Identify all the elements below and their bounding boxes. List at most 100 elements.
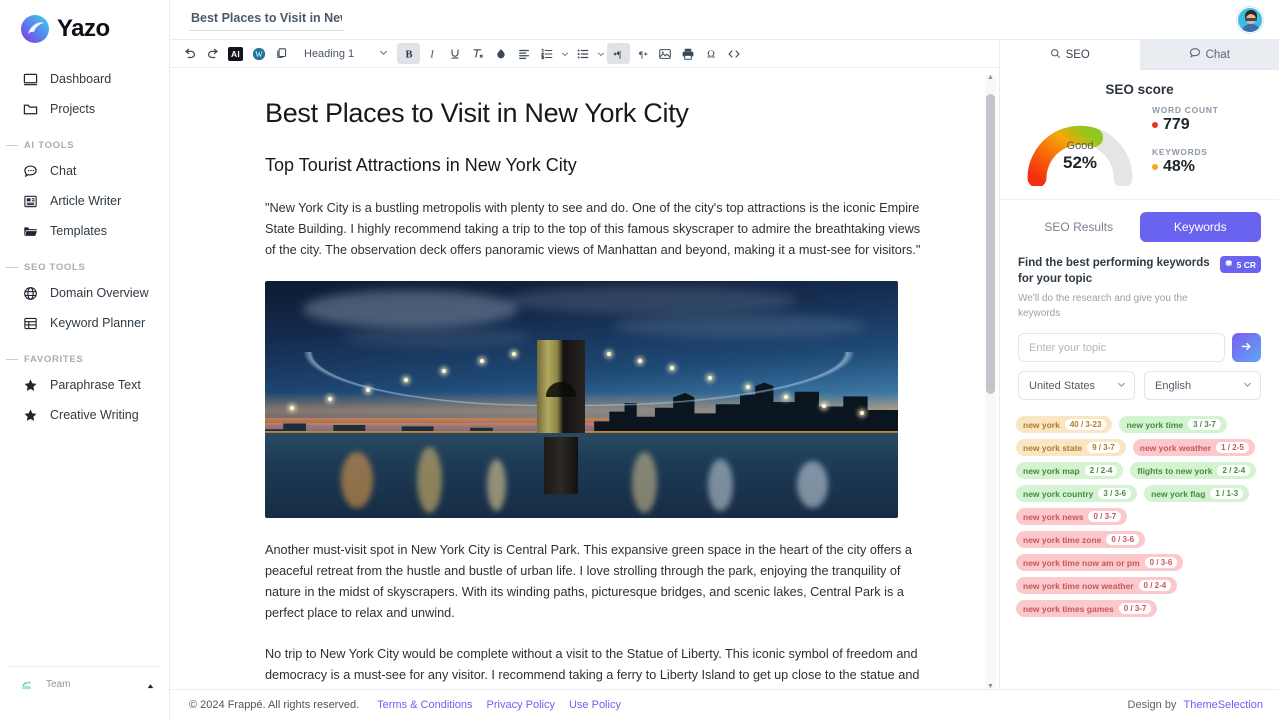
sidebar-item-creative-writing[interactable]: Creative Writing bbox=[0, 400, 169, 430]
footer-link-use-policy[interactable]: Use Policy bbox=[569, 699, 621, 711]
keyword-term: new york map bbox=[1023, 465, 1080, 476]
keyword-tag[interactable]: flights to new york 2 / 2-4 bbox=[1130, 462, 1257, 480]
source-code-button[interactable] bbox=[722, 43, 745, 64]
brooklyn-bridge-image[interactable] bbox=[265, 280, 898, 518]
sidebar-section-favorites: FAVORITES bbox=[0, 338, 169, 370]
avatar[interactable] bbox=[1237, 6, 1263, 33]
themeselection-link[interactable]: ThemeSelection bbox=[1184, 699, 1264, 711]
arrow-right-icon bbox=[1240, 340, 1253, 356]
bullet-list-button[interactable] bbox=[571, 43, 594, 64]
chat-bubble-icon bbox=[22, 163, 38, 179]
ltr-direction-button[interactable]: ¶ bbox=[607, 43, 630, 64]
ordered-list-button[interactable] bbox=[535, 43, 558, 64]
svg-text:I: I bbox=[429, 49, 434, 60]
chevron-down-icon bbox=[379, 48, 388, 60]
keyword-score: 0 / 2-4 bbox=[1138, 580, 1172, 592]
keyword-tag[interactable]: new york time now am or pm 0 / 3-6 bbox=[1016, 554, 1184, 572]
sidebar-item-article-writer[interactable]: Article Writer bbox=[0, 186, 169, 216]
italic-button[interactable]: I bbox=[420, 43, 443, 64]
footer-link-terms[interactable]: Terms & Conditions bbox=[377, 699, 472, 711]
sidebar-item-label: Article Writer bbox=[50, 194, 122, 208]
document-title-input[interactable] bbox=[189, 8, 344, 31]
design-credit: Design by ThemeSelection bbox=[1128, 699, 1263, 711]
keyword-term: new york time bbox=[1126, 419, 1184, 430]
seo-panel: SEO Chat SEO score Good 52% WORD COUNT 7… bbox=[1000, 40, 1279, 720]
tab-chat[interactable]: Chat bbox=[1139, 40, 1279, 70]
keyword-tag[interactable]: new york time now weather 0 / 2-4 bbox=[1016, 577, 1178, 595]
seo-metrics: WORD COUNT 779 KEYWORDS 48% bbox=[1140, 105, 1265, 189]
copy-button[interactable] bbox=[270, 43, 293, 64]
keyword-tag[interactable]: new york country 3 / 3-6 bbox=[1016, 485, 1138, 503]
open-folder-icon bbox=[22, 223, 38, 239]
highlight-button[interactable] bbox=[489, 43, 512, 64]
photo-cloud bbox=[302, 290, 519, 329]
redo-button[interactable] bbox=[201, 43, 224, 64]
avatar-body bbox=[1242, 23, 1260, 32]
table-icon bbox=[22, 315, 38, 331]
segment-seo-results[interactable]: SEO Results bbox=[1018, 212, 1140, 242]
submit-topic-button[interactable] bbox=[1232, 333, 1261, 363]
main-area: AI W Heading 1 B bbox=[170, 0, 1279, 720]
metric-value: 779 bbox=[1163, 116, 1190, 133]
sidebar-item-dashboard[interactable]: Dashboard bbox=[0, 64, 169, 94]
sidebar-item-label: Templates bbox=[50, 224, 107, 238]
sidebar-item-label: Chat bbox=[50, 164, 77, 178]
keyword-tag[interactable]: new york flag 1 / 1-3 bbox=[1144, 485, 1250, 503]
panel-tabs: SEO Chat bbox=[1000, 40, 1279, 70]
tab-seo[interactable]: SEO bbox=[1000, 40, 1140, 70]
sidebar-section-seo-tools: SEO TOOLS bbox=[0, 246, 169, 278]
ai-assistant-button[interactable]: AI bbox=[224, 43, 247, 64]
keyword-score: 2 / 2-4 bbox=[1084, 465, 1118, 477]
section-title: AI TOOLS bbox=[24, 140, 75, 151]
globe-icon bbox=[22, 285, 38, 301]
keyword-tag[interactable]: new york 40 / 3-23 bbox=[1016, 416, 1113, 434]
block-format-select[interactable]: Heading 1 bbox=[297, 43, 393, 64]
scrollbar-thumb[interactable] bbox=[986, 94, 995, 394]
keyword-tag[interactable]: new york state 9 / 3-7 bbox=[1016, 439, 1126, 457]
topic-input[interactable] bbox=[1018, 333, 1225, 363]
sidebar-item-label: Keyword Planner bbox=[50, 316, 146, 330]
sidebar-item-paraphrase-text[interactable]: Paraphrase Text bbox=[0, 370, 169, 400]
bold-button[interactable]: B bbox=[397, 43, 420, 64]
credit-coin-icon bbox=[1225, 259, 1234, 270]
star-icon bbox=[22, 377, 38, 393]
clear-format-button[interactable] bbox=[466, 43, 489, 64]
keyword-term: new york weather bbox=[1139, 442, 1212, 453]
keyword-term: new york times games bbox=[1023, 603, 1114, 614]
language-select[interactable]: English bbox=[1144, 371, 1261, 401]
underline-button[interactable] bbox=[443, 43, 466, 64]
scroll-up-arrow-icon[interactable]: ▲ bbox=[987, 74, 994, 81]
photo-tower-pier bbox=[543, 437, 579, 495]
keyword-tag[interactable]: new york times games 0 / 3-7 bbox=[1016, 600, 1158, 618]
keyword-tag[interactable]: new york time zone 0 / 3-6 bbox=[1016, 531, 1146, 549]
special-character-button[interactable]: Ω bbox=[699, 43, 722, 64]
document-content[interactable]: Best Places to Visit in New York City To… bbox=[170, 68, 999, 698]
yazo-swirl-logo bbox=[20, 14, 50, 44]
segment-keywords[interactable]: Keywords bbox=[1139, 212, 1261, 242]
rtl-direction-button[interactable]: ¶ bbox=[630, 43, 653, 64]
sidebar-item-templates[interactable]: Templates bbox=[0, 216, 169, 246]
bullet-list-caret-icon[interactable] bbox=[594, 43, 607, 64]
keyword-tag[interactable]: new york weather 1 / 2-5 bbox=[1132, 439, 1255, 457]
country-select[interactable]: United States bbox=[1018, 371, 1135, 401]
align-button[interactable] bbox=[512, 43, 535, 64]
wordpress-publish-button[interactable]: W bbox=[247, 43, 270, 64]
keyword-term: new york state bbox=[1023, 442, 1083, 453]
photo-cable-left bbox=[265, 351, 544, 428]
ordered-list-caret-icon[interactable] bbox=[558, 43, 571, 64]
print-button[interactable] bbox=[676, 43, 699, 64]
keyword-tag[interactable]: new york map 2 / 2-4 bbox=[1016, 462, 1124, 480]
footer-link-privacy[interactable]: Privacy Policy bbox=[487, 699, 555, 711]
undo-button[interactable] bbox=[178, 43, 201, 64]
sidebar-item-chat[interactable]: Chat bbox=[0, 156, 169, 186]
keyword-tag[interactable]: new york news 0 / 3-7 bbox=[1016, 508, 1128, 526]
insert-image-button[interactable] bbox=[653, 43, 676, 64]
editor-scrollbar[interactable]: ▲ ▼ bbox=[985, 74, 996, 690]
metric-label: KEYWORDS bbox=[1152, 147, 1208, 157]
sidebar-item-projects[interactable]: Projects bbox=[0, 94, 169, 124]
keyword-tag[interactable]: new york time 3 / 3-7 bbox=[1119, 416, 1227, 434]
brand[interactable]: Yazo bbox=[0, 0, 169, 60]
tab-label: Chat bbox=[1205, 48, 1230, 61]
sidebar-item-keyword-planner[interactable]: Keyword Planner bbox=[0, 308, 169, 338]
sidebar-item-domain-overview[interactable]: Domain Overview bbox=[0, 278, 169, 308]
